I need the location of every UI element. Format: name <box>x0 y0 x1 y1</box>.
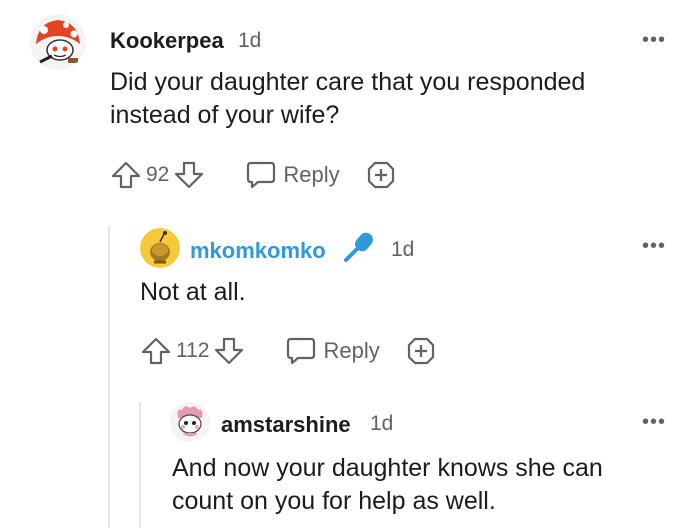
downvote-icon[interactable] <box>213 335 245 367</box>
comment-body: And now your daughter knows she can coun… <box>172 454 603 515</box>
more-options-icon[interactable]: ••• <box>642 30 666 50</box>
comment-timestamp: 1d <box>370 412 394 435</box>
award-plus-icon[interactable] <box>406 336 436 366</box>
reply-label: Reply <box>283 162 340 187</box>
comment-body: Did your daughter care that you responde… <box>110 68 586 129</box>
snoo-avatar-icon[interactable] <box>170 402 210 442</box>
upvote-icon[interactable] <box>110 159 142 191</box>
comment-mkomkomko: mkomkomko 1d ••• Not at all. 112 Reply <box>0 200 700 380</box>
reply-label: Reply <box>323 338 380 363</box>
comment-body: Not at all. <box>140 278 246 306</box>
reply-button[interactable]: Reply <box>285 336 380 366</box>
award-plus-icon[interactable] <box>366 160 396 190</box>
downvote-icon[interactable] <box>173 159 205 191</box>
comment-amstarshine: amstarshine 1d ••• And now your daughter… <box>0 390 700 528</box>
comment-timestamp: 1d <box>238 29 262 52</box>
comment-timestamp: 1d <box>391 238 415 261</box>
comment-actions: 112 Reply <box>140 334 436 368</box>
more-options-icon[interactable]: ••• <box>642 236 666 256</box>
comment-actions: 92 Reply <box>110 158 396 192</box>
microphone-icon <box>342 230 376 264</box>
comment-username[interactable]: amstarshine <box>221 412 351 438</box>
vote-count: 92 <box>146 163 170 186</box>
more-options-icon[interactable]: ••• <box>642 412 666 432</box>
snoo-avatar-icon[interactable] <box>30 14 86 70</box>
comment-username[interactable]: mkomkomko <box>190 238 326 264</box>
comment-bubble-icon <box>285 336 317 366</box>
snoo-avatar-icon[interactable] <box>140 228 180 268</box>
reply-button[interactable]: Reply <box>245 160 340 190</box>
comment-kookerpea: Kookerpea 1d ••• Did your daughter care … <box>0 0 700 200</box>
comment-bubble-icon <box>245 160 277 190</box>
upvote-icon[interactable] <box>140 335 172 367</box>
comment-username[interactable]: Kookerpea <box>110 28 224 54</box>
vote-count: 112 <box>176 339 210 362</box>
